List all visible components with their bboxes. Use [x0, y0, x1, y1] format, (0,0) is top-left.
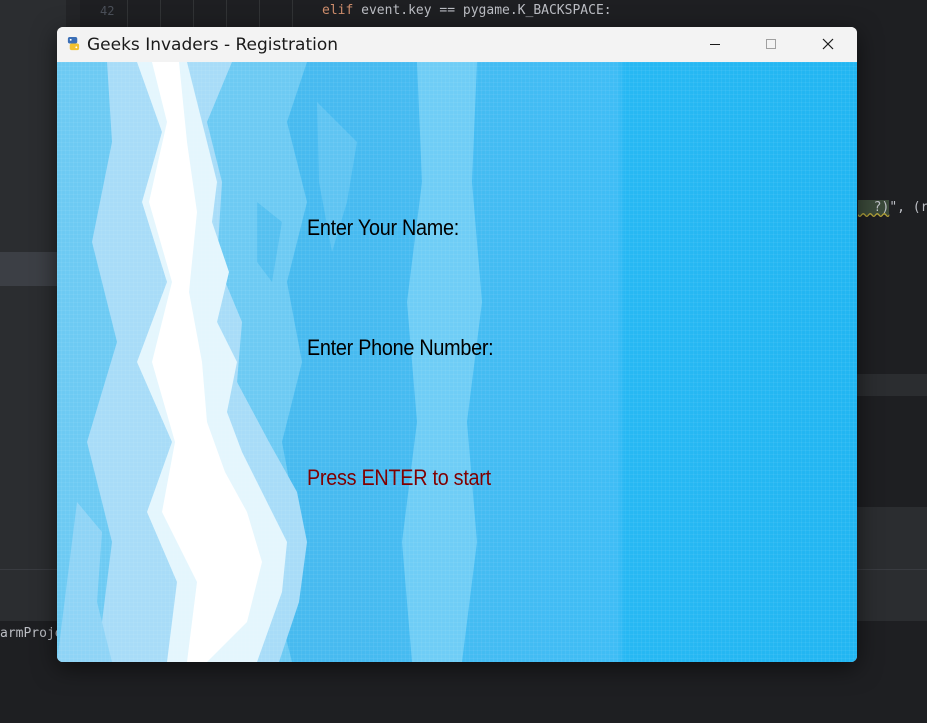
minimize-button[interactable] — [687, 27, 743, 62]
start-prompt: Press ENTER to start — [307, 465, 491, 490]
maximize-button[interactable] — [743, 27, 799, 62]
code-fragment-text: ", (r — [889, 200, 927, 215]
maximize-icon — [766, 39, 776, 49]
minimize-icon — [710, 44, 720, 45]
project-label: armProje — [0, 626, 63, 641]
window-title: Geeks Invaders - Registration — [87, 35, 339, 55]
code-fragment-right[interactable]: ?)", (r — [858, 200, 927, 215]
close-button[interactable] — [799, 27, 855, 62]
python-snake-icon — [67, 36, 80, 51]
game-window: Geeks Invaders - Registration Enter Your… — [57, 27, 857, 662]
code-line[interactable]: elif event.key == pygame.K_BACKSPACE: — [322, 3, 612, 18]
name-prompt[interactable]: Enter Your Name: — [307, 215, 459, 241]
window-titlebar[interactable]: Geeks Invaders - Registration — [57, 27, 857, 62]
ide-caret-row — [857, 374, 927, 396]
code-keyword: elif — [322, 3, 354, 18]
game-canvas[interactable]: Enter Your Name: Enter Phone Number: Pre… — [57, 62, 857, 662]
phone-prompt[interactable]: Enter Phone Number: — [307, 335, 494, 361]
line-number: 42 — [100, 4, 115, 18]
pixel-grid — [57, 62, 857, 662]
close-icon — [822, 38, 834, 50]
code-highlight: ?) — [858, 200, 890, 215]
ide-selected-row — [0, 252, 57, 286]
code-text: event.key == pygame.K_BACKSPACE: — [353, 3, 612, 18]
